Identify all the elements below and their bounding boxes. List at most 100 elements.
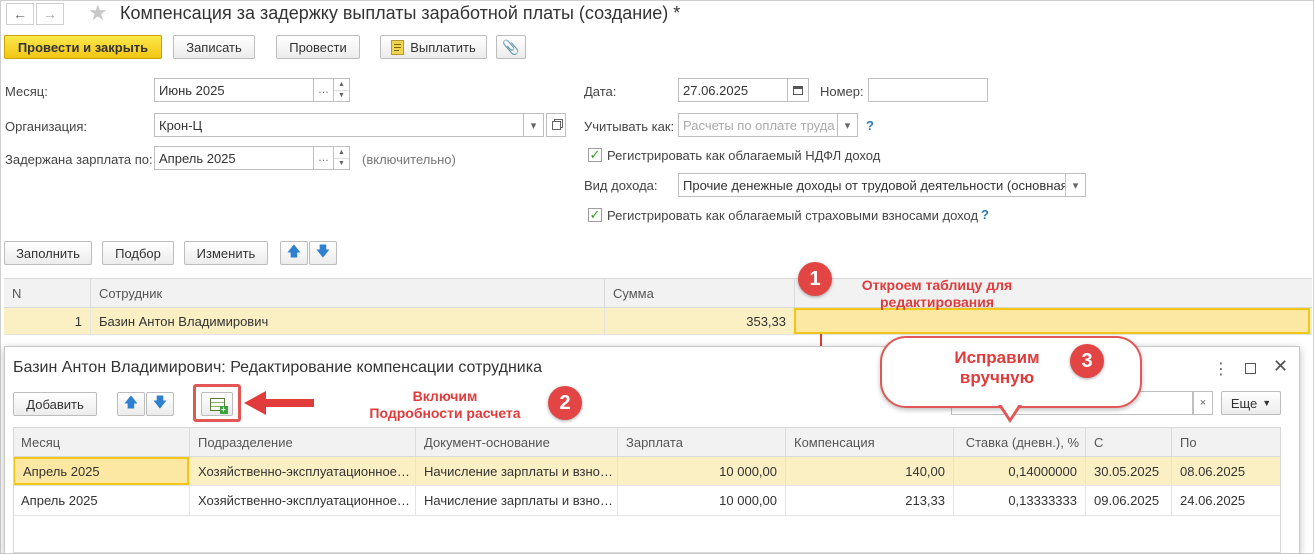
chevron-down-icon: ▾ xyxy=(844,119,851,132)
delayed-note: (включительно) xyxy=(362,152,456,167)
date-label: Дата: xyxy=(584,84,617,99)
cell-salary: 10 000,00 xyxy=(617,457,785,485)
annotation-text-2: Включим Подробности расчета xyxy=(350,388,540,422)
chevron-down-icon: ▾ xyxy=(530,119,537,132)
cell-from: 09.06.2025 xyxy=(1085,486,1171,515)
star-icon[interactable]: ★ xyxy=(88,0,108,26)
date-field[interactable]: 27.06.2025 xyxy=(678,78,788,102)
post-button[interactable]: Провести xyxy=(276,35,360,59)
fill-button[interactable]: Заполнить xyxy=(4,241,92,265)
annotation-badge-2: 2 xyxy=(548,386,582,420)
row-employee: Базин Антон Владимирович xyxy=(90,308,604,334)
org-field[interactable]: Крон-Ц xyxy=(154,113,524,137)
cell-department: Хозяйственно-эксплуатационное… xyxy=(189,457,415,485)
row-number: 1 xyxy=(74,313,82,329)
close-icon[interactable]: ✕ xyxy=(1273,356,1288,377)
pay-icon xyxy=(391,39,405,55)
income-dropdown-button[interactable]: ▾ xyxy=(1066,173,1086,197)
arrow-up-icon: 🡅 xyxy=(286,243,302,259)
column-department[interactable]: Подразделение xyxy=(189,428,415,456)
chevron-down-icon: ▼ xyxy=(1262,398,1272,408)
account-help-icon[interactable]: ? xyxy=(866,118,874,133)
income-field[interactable]: Прочие денежные доходы от трудовой деяте… xyxy=(678,173,1066,197)
edit-button[interactable]: Изменить xyxy=(184,241,268,265)
column-from[interactable]: С xyxy=(1085,428,1171,456)
column-to[interactable]: По xyxy=(1171,428,1281,456)
cell-document: Начисление зарплаты и взно… xyxy=(415,486,617,515)
cell-department: Хозяйственно-эксплуатационное… xyxy=(189,486,415,515)
column-month[interactable]: Месяц xyxy=(13,428,189,456)
dialog-table-header: Месяц Подразделение Документ-основание З… xyxy=(13,427,1281,457)
clear-search-button[interactable]: × xyxy=(1193,391,1213,415)
table-details-icon: + xyxy=(209,397,228,414)
column-employee[interactable]: Сотрудник xyxy=(90,279,604,307)
back-button[interactable]: ← xyxy=(6,3,34,25)
table-row[interactable]: 1 Базин Антон Владимирович 353,33 xyxy=(4,308,1312,335)
table-row[interactable]: Апрель 2025 Хозяйственно-эксплуатационно… xyxy=(13,457,1281,486)
kebab-menu-icon[interactable]: ⋮ xyxy=(1213,359,1229,379)
ellipsis-icon: … xyxy=(318,152,329,164)
insurance-checkbox[interactable]: ✓ xyxy=(588,207,602,222)
ellipsis-icon: … xyxy=(318,84,329,96)
org-open-button[interactable] xyxy=(546,113,566,137)
move-up-button[interactable]: 🡅 xyxy=(280,241,308,265)
clear-icon: × xyxy=(1199,397,1207,409)
checkmark-icon: ✓ xyxy=(589,207,601,222)
arrow-right-icon: → xyxy=(43,6,57,22)
annotation-text-3: Исправим вручную xyxy=(942,348,1052,388)
month-select-button[interactable]: … xyxy=(314,78,334,102)
open-window-icon xyxy=(551,120,561,130)
column-n[interactable]: N xyxy=(4,279,90,307)
dialog-move-down-button[interactable]: 🡇 xyxy=(146,392,174,416)
cell-compensation: 213,33 xyxy=(785,486,953,515)
cell-month[interactable]: Апрель 2025 xyxy=(13,457,189,485)
annotation-text-1-line1: Откроем таблицу для xyxy=(861,277,1013,293)
delayed-spinner[interactable]: ▲ ▼ xyxy=(334,146,350,170)
number-field[interactable] xyxy=(868,78,988,102)
delayed-select-button[interactable]: … xyxy=(314,146,334,170)
table-row[interactable]: Апрель 2025 Хозяйственно-эксплуатационно… xyxy=(13,486,1281,516)
org-dropdown-button[interactable]: ▾ xyxy=(524,113,544,137)
row-sum: 353,33 xyxy=(604,308,794,334)
annotation-arrow-left-icon xyxy=(244,391,266,415)
add-button[interactable]: Добавить xyxy=(13,392,97,416)
annotation-arrow-2-line xyxy=(262,399,314,407)
chevron-down-icon: ▾ xyxy=(1072,179,1079,192)
spin-up-icon: ▲ xyxy=(334,147,349,159)
checkmark-icon: ✓ xyxy=(589,147,601,162)
calendar-button[interactable] xyxy=(788,78,809,102)
post-and-close-button[interactable]: Провести и закрыть xyxy=(4,35,162,59)
annotation-text-2-line1: Включим xyxy=(412,388,478,404)
column-compensation[interactable]: Компенсация xyxy=(785,428,953,456)
account-label: Учитывать как: xyxy=(584,119,675,134)
dialog-move-up-button[interactable]: 🡅 xyxy=(117,392,145,416)
move-down-button[interactable]: 🡇 xyxy=(309,241,337,265)
column-salary[interactable]: Зарплата xyxy=(617,428,785,456)
ndfl-checkbox[interactable]: ✓ xyxy=(588,147,602,162)
cell-document: Начисление зарплаты и взно… xyxy=(415,457,617,485)
more-button[interactable]: Еще ▼ xyxy=(1221,391,1281,415)
attach-button[interactable]: 📎 xyxy=(496,35,526,59)
pay-button[interactable]: Выплатить xyxy=(380,35,487,59)
delayed-field[interactable]: Апрель 2025 xyxy=(154,146,314,170)
pick-button[interactable]: Подбор xyxy=(102,241,174,265)
maximize-icon[interactable] xyxy=(1245,363,1256,374)
month-spinner[interactable]: ▲ ▼ xyxy=(334,78,350,102)
account-dropdown-button[interactable]: ▾ xyxy=(838,113,858,137)
column-sum[interactable]: Сумма xyxy=(604,279,794,307)
cell-salary: 10 000,00 xyxy=(617,486,785,515)
arrow-down-icon: 🡇 xyxy=(152,394,168,410)
insurance-help-icon[interactable]: ? xyxy=(981,207,989,222)
month-field[interactable]: Июнь 2025 xyxy=(154,78,314,102)
calculation-details-button[interactable]: + xyxy=(201,392,233,416)
forward-button[interactable]: → xyxy=(36,3,64,25)
cell-rate: 0,14000000 xyxy=(953,457,1085,485)
annotation-text-1: Откроем таблицу для редактирования xyxy=(842,277,1032,311)
more-label: Еще xyxy=(1230,395,1258,411)
account-field[interactable]: Расчеты по оплате труда xyxy=(678,113,838,137)
selected-cell[interactable] xyxy=(794,308,1310,334)
column-rate[interactable]: Ставка (дневн.), % xyxy=(953,428,1085,456)
income-label: Вид дохода: xyxy=(584,178,658,193)
save-button[interactable]: Записать xyxy=(173,35,255,59)
column-document[interactable]: Документ-основание xyxy=(415,428,617,456)
